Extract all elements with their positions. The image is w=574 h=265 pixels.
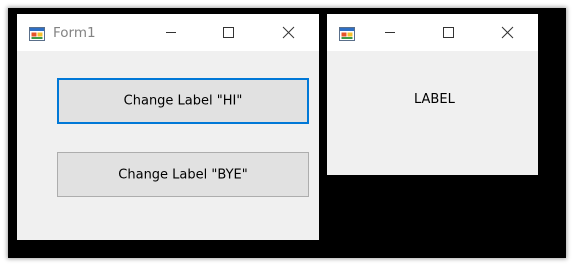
form2-titlebar[interactable] xyxy=(327,14,538,51)
form2-window: LABEL xyxy=(327,14,538,175)
minimize-icon xyxy=(385,32,395,33)
label-text: LABEL xyxy=(414,92,455,107)
form1-close-button[interactable] xyxy=(265,14,311,51)
app-icon xyxy=(339,27,355,41)
form1-titlebar[interactable]: Form1 xyxy=(17,14,319,51)
form2-close-button[interactable] xyxy=(484,14,530,51)
form1-title: Form1 xyxy=(53,25,96,41)
form2-maximize-button[interactable] xyxy=(425,14,471,51)
form1-maximize-button[interactable] xyxy=(205,14,251,51)
app-icon xyxy=(29,27,45,41)
close-icon xyxy=(501,26,514,39)
maximize-icon xyxy=(443,27,454,38)
form1-window: Form1 Change Label "HI" Change Label "BY… xyxy=(17,14,319,240)
change-label-bye-button[interactable]: Change Label "BYE" xyxy=(57,152,309,197)
form1-minimize-button[interactable] xyxy=(148,14,194,51)
screenshot-canvas: Form1 Change Label "HI" Change Label "BY… xyxy=(0,0,574,265)
close-icon xyxy=(282,26,295,39)
change-label-hi-text: Change Label "HI" xyxy=(123,93,243,109)
change-label-bye-text: Change Label "BYE" xyxy=(118,167,248,182)
maximize-icon xyxy=(223,27,234,38)
minimize-icon xyxy=(166,32,176,33)
change-label-hi-button[interactable]: Change Label "HI" xyxy=(57,78,309,124)
form2-minimize-button[interactable] xyxy=(367,14,413,51)
